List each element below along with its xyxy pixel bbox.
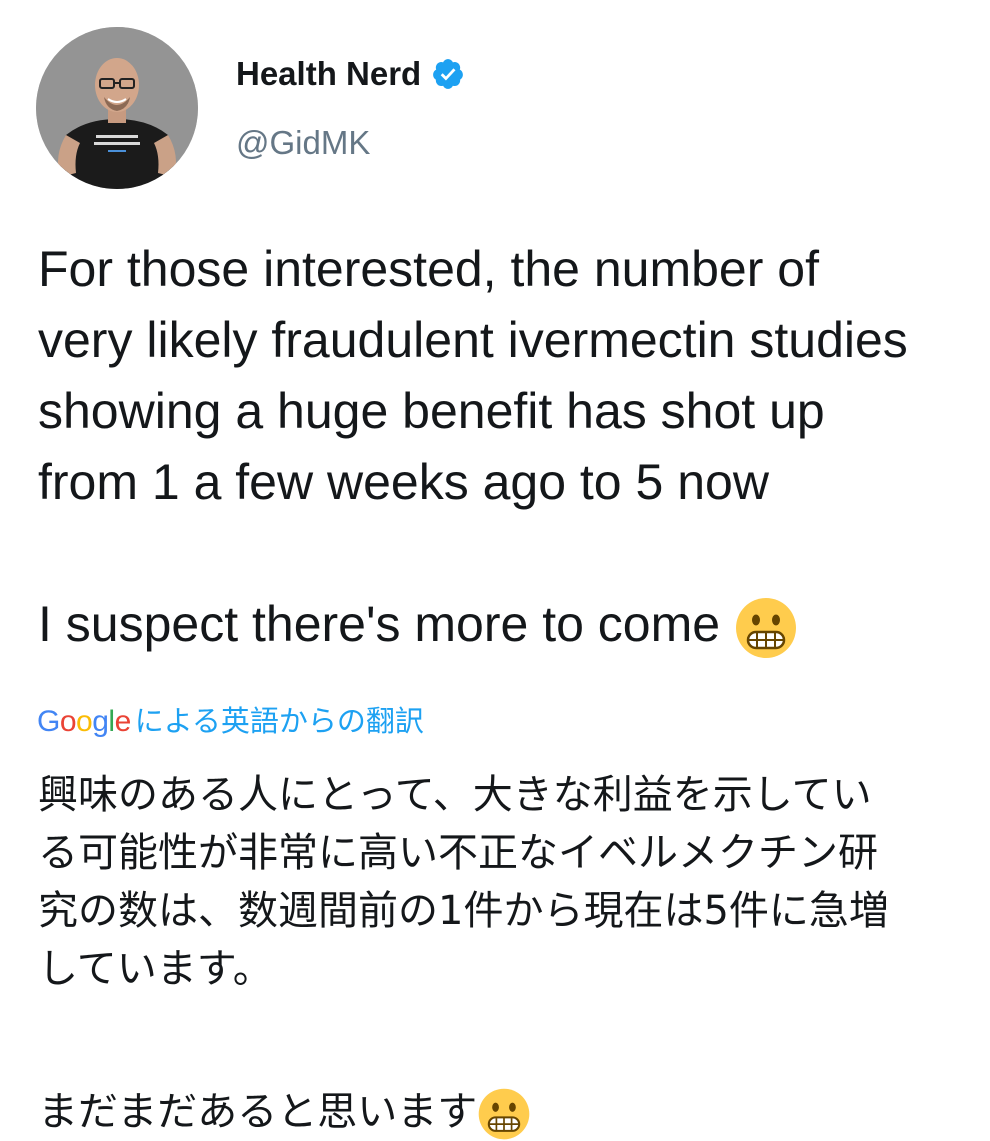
- translated-line: 究の数は、数週間前の1件から現在は5件に急増: [38, 888, 889, 934]
- translated-closing-line: まだまだあると思います: [38, 1083, 990, 1141]
- author-handle[interactable]: @GidMK: [236, 124, 370, 162]
- translated-closing-text: まだまだあると思います: [38, 1089, 478, 1135]
- tweet-text: For those interested, the number of very…: [38, 234, 990, 660]
- tweet-line: showing a huge benefit has shot up: [38, 383, 825, 439]
- author-display-name[interactable]: Health Nerd: [236, 55, 421, 93]
- translation-label[interactable]: による英語からの翻訳: [135, 698, 424, 740]
- tweet-line: from 1 a few weeks ago to 5 now: [38, 454, 769, 510]
- tweet-line: For those interested, the number of: [38, 241, 819, 297]
- avatar[interactable]: [36, 27, 198, 189]
- tweet-line: very likely fraudulent ivermectin studie…: [38, 312, 908, 368]
- verified-badge-icon: [433, 59, 464, 89]
- tweet-closing-line: I suspect there's more to come: [38, 589, 990, 660]
- tweet-closing-text: I suspect there's more to come: [38, 596, 721, 652]
- translated-line: しています。: [38, 946, 273, 992]
- translated-line: る可能性が非常に高い不正なイベルメクチン研: [38, 830, 878, 876]
- translation-attribution-link[interactable]: Google による英語からの翻訳: [37, 698, 424, 740]
- author-name-row[interactable]: Health Nerd: [236, 52, 465, 96]
- grimacing-face-emoji-icon: [478, 1088, 530, 1140]
- translated-text: 興味のある人にとって、大きな利益を示してい る可能性が非常に高い不正なイベルメク…: [38, 766, 990, 1141]
- grimacing-face-emoji-icon: [735, 597, 796, 658]
- google-logo: Google: [37, 705, 131, 738]
- translated-line: 興味のある人にとって、大きな利益を示してい: [38, 772, 872, 818]
